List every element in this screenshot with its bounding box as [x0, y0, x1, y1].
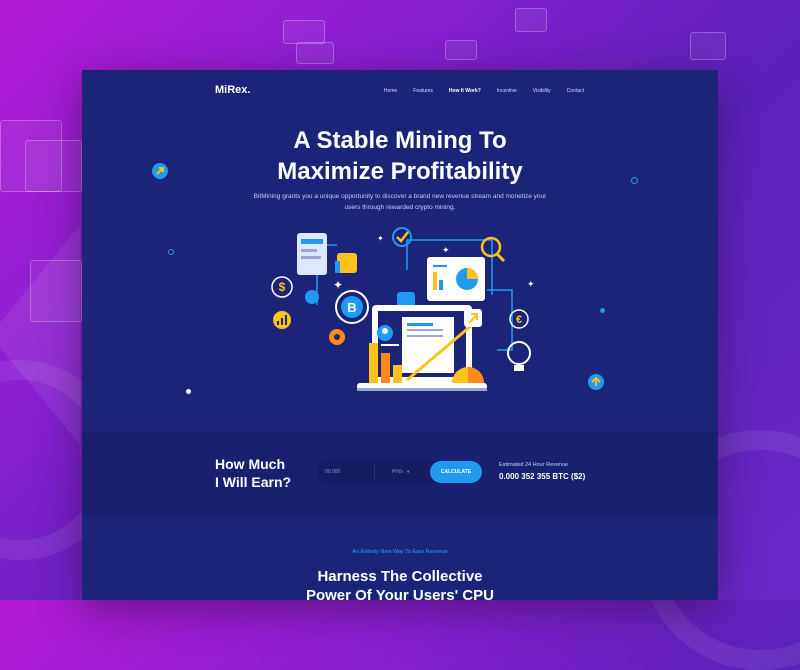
earn-title-line1: How Much [215, 456, 285, 472]
svg-text:€: € [516, 314, 522, 326]
earn-title-line2: I Will Earn? [215, 474, 292, 490]
brand-logo[interactable]: MiRex. [215, 84, 250, 96]
hero-title-line2: Maximize Profitability [277, 158, 523, 185]
nav-link-visibility[interactable]: Visibility [533, 88, 551, 94]
up-arrow-badge-icon [588, 374, 604, 390]
nav-link-how-it-work[interactable]: How It Work? [449, 88, 481, 94]
nav-link-features[interactable]: Features [413, 88, 433, 94]
nav-link-home[interactable]: Home [384, 88, 397, 94]
chevron-down-icon: ▼ [406, 469, 411, 474]
mining-illustration: $ € B ✦ ✦ ✦ ✦ [271, 227, 535, 391]
svg-text:✦: ✦ [527, 280, 535, 290]
hero-subtitle: BitMining grants you a unique opportunit… [253, 193, 547, 211]
section-title: Harness The Collective Power Of Your Use… [82, 567, 718, 600]
hashrate-input[interactable]: 00.000 [325, 461, 375, 483]
nav-link-incentive[interactable]: Incentive [497, 88, 517, 94]
svg-text:$: $ [279, 280, 286, 294]
earn-form: 00.000 PH/s ▼ CALCULATE [317, 461, 482, 483]
landing-page: MiRex. Home Features How It Work? Incent… [82, 70, 718, 600]
hero-title-line1: A Stable Mining To [293, 127, 507, 154]
unit-label: PH/s [392, 469, 403, 475]
calculate-button[interactable]: CALCULATE [430, 461, 482, 483]
earn-calculator: How Much I Will Earn? 00.000 PH/s ▼ CALC… [82, 431, 718, 515]
nav-links: Home Features How It Work? Incentive Vis… [384, 88, 584, 94]
form-divider [374, 465, 375, 479]
unit-select[interactable]: PH/s ▼ [392, 461, 410, 483]
svg-text:✦: ✦ [442, 246, 450, 256]
section-title-line1: Harness The Collective [317, 568, 483, 585]
arrow-badge-icon [152, 163, 168, 179]
top-nav: MiRex. Home Features How It Work? Incent… [82, 70, 718, 112]
svg-text:✦: ✦ [377, 234, 384, 243]
earn-title: How Much I Will Earn? [215, 455, 291, 491]
hero-title: A Stable Mining To Maximize Profitabilit… [82, 125, 718, 187]
svg-text:B: B [347, 300, 356, 315]
estimate-label: Estimated 24 Hour Revenue [499, 462, 569, 468]
estimate-value: 0.000 352 355 BTC ($2) [499, 472, 586, 481]
section-title-line2: Power Of Your Users' CPU [305, 587, 495, 600]
nav-link-contact[interactable]: Contact [567, 88, 584, 94]
svg-text:✦: ✦ [333, 278, 343, 292]
section-tagline: An Entirely New Way To Earn Revenue [352, 549, 448, 555]
